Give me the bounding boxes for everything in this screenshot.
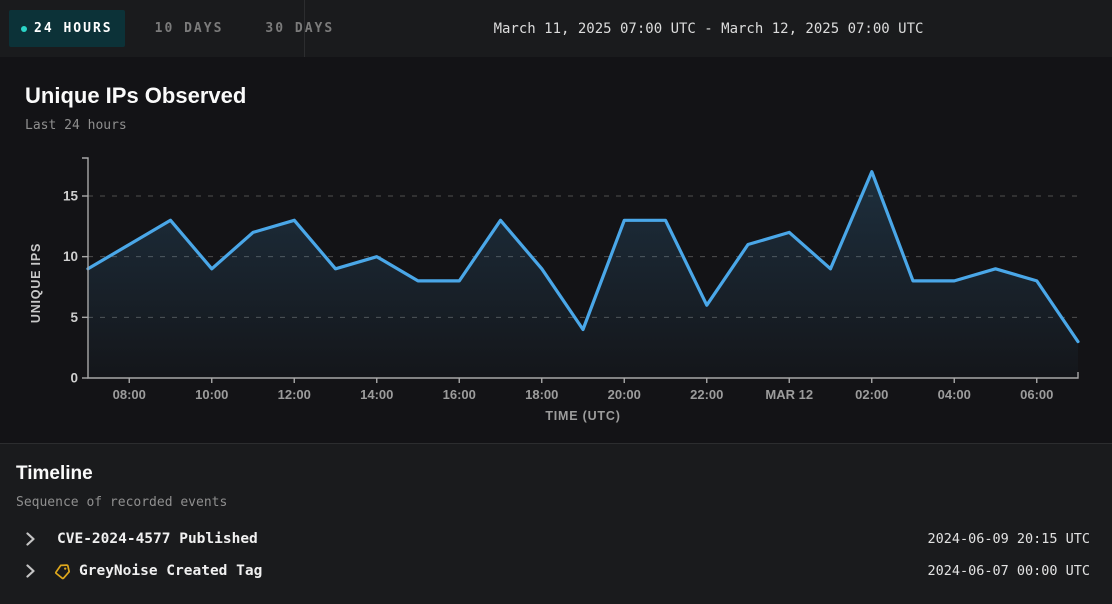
event-timestamp: 2024-06-09 20:15 UTC [927, 531, 1090, 547]
timeline-title: Timeline [16, 463, 93, 484]
event-timestamp: 2024-06-07 00:00 UTC [927, 563, 1090, 579]
timeline-event-row[interactable]: CVE-2024-4577 Published 2024-06-09 20:15… [0, 524, 1112, 554]
topbar: 24 HOURS 10 DAYS 30 DAYS March 11, 2025 … [0, 0, 1112, 58]
x-tick-label: 14:00 [360, 387, 393, 402]
tab-24-hours[interactable]: 24 HOURS [9, 10, 125, 47]
timeline-event-row[interactable]: GreyNoise Created Tag 2024-06-07 00:00 U… [0, 556, 1112, 586]
y-axis-title: UNIQUE IPS [29, 243, 43, 323]
y-tick-label: 15 [63, 189, 79, 204]
y-tick-label: 5 [70, 310, 78, 325]
x-tick-label: 02:00 [855, 387, 888, 402]
event-label: CVE-2024-4577 Published [57, 531, 258, 547]
unique-ips-chart-section: Unique IPs Observed Last 24 hours 0 5 10 15… [0, 57, 1112, 443]
tag-icon [54, 563, 71, 580]
tab-10-days-label: 10 DAYS [154, 21, 224, 36]
x-tick-label: MAR 12 [765, 387, 813, 402]
x-tick-label: 04:00 [938, 387, 971, 402]
x-tick-label: 10:00 [195, 387, 228, 402]
active-tab-dot-icon [21, 25, 27, 32]
x-axis-title: TIME (UTC) [545, 409, 620, 423]
date-range-region: March 11, 2025 07:00 UTC - March 12, 202… [305, 0, 1112, 57]
y-tick-label: 0 [70, 371, 78, 386]
x-tick-label: 18:00 [525, 387, 558, 402]
x-tick-label: 06:00 [1020, 387, 1053, 402]
timeline-subtitle: Sequence of recorded events [16, 495, 228, 510]
timeline-section: Timeline Sequence of recorded events CVE… [0, 443, 1112, 604]
tab-10-days[interactable]: 10 DAYS [143, 10, 236, 47]
unique-ips-line-chart: 0 5 10 15 08:00 10:00 12:00 14:00 16:00 18:00 20:0… [29, 157, 1080, 423]
greynoise-dashboard: 24 HOURS 10 DAYS 30 DAYS March 11, 2025 … [0, 0, 1112, 604]
chevron-right-icon[interactable] [26, 532, 38, 546]
time-range-tabs: 24 HOURS 10 DAYS 30 DAYS [0, 0, 332, 57]
x-tick-label: 08:00 [113, 387, 146, 402]
tab-24-hours-label: 24 HOURS [34, 21, 113, 36]
x-tick-label: 12:00 [278, 387, 311, 402]
y-tick-label: 10 [63, 249, 78, 264]
chart-area [88, 171, 1078, 378]
x-tick-label: 16:00 [443, 387, 476, 402]
x-tick-label: 20:00 [608, 387, 641, 402]
date-range-text: March 11, 2025 07:00 UTC - March 12, 202… [493, 20, 924, 37]
x-tick-label: 22:00 [690, 387, 723, 402]
event-label: GreyNoise Created Tag [79, 563, 263, 579]
chevron-right-icon[interactable] [26, 564, 38, 578]
